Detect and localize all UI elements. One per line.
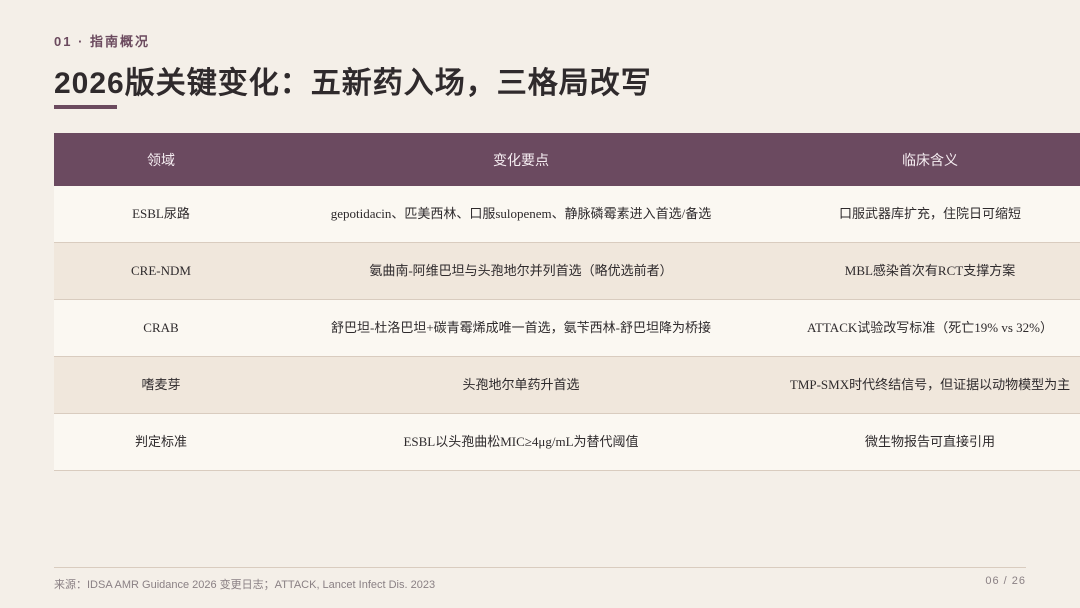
changes-table: 领域 变化要点 临床含义 ESBL尿路 gepotidacin、匹美西林、口服s… [54, 133, 1080, 471]
cell-clinical: ATTACK试验改写标准（死亡19% vs 32%） [774, 299, 1080, 357]
page-number: 06 / 26 [985, 575, 1026, 587]
cell-clinical: 微生物报告可直接引用 [774, 413, 1080, 471]
table-row: ESBL尿路 gepotidacin、匹美西林、口服sulopenem、静脉磷霉… [54, 186, 1080, 243]
cell-domain: ESBL尿路 [54, 186, 268, 243]
footer-source: 来源：IDSA AMR Guidance 2026 变更日志；ATTACK, L… [54, 579, 436, 591]
cell-clinical: TMP-SMX时代终结信号，但证据以动物模型为主 [774, 356, 1080, 414]
table-row: 判定标准 ESBL以头孢曲松MIC≥4μg/mL为替代阈值 微生物报告可直接引用 [54, 413, 1080, 471]
column-header-clinical: 临床含义 [774, 133, 1080, 186]
title-accent-bar [54, 105, 117, 109]
cell-change: 头孢地尔单药升首选 [268, 356, 774, 414]
table-row: CRE-NDM 氨曲南-阿维巴坦与头孢地尔并列首选（略优选前者） MBL感染首次… [54, 242, 1080, 300]
cell-change: gepotidacin、匹美西林、口服sulopenem、静脉磷霉素进入首选/备… [268, 186, 774, 243]
cell-change: 氨曲南-阿维巴坦与头孢地尔并列首选（略优选前者） [268, 242, 774, 300]
cell-domain: 嗜麦芽 [54, 356, 268, 414]
cell-domain: CRAB [54, 299, 268, 357]
section-label: 01 · 指南概况 [54, 34, 151, 49]
cell-domain: 判定标准 [54, 413, 268, 471]
table-header-row: 领域 变化要点 临床含义 [54, 133, 1080, 186]
page-title: 2026版关键变化：五新药入场，三格局改写 [54, 67, 652, 100]
column-header-changes: 变化要点 [268, 133, 774, 186]
cell-clinical: 口服武器库扩充，住院日可缩短 [774, 186, 1080, 243]
cell-change: ESBL以头孢曲松MIC≥4μg/mL为替代阈值 [268, 413, 774, 471]
table-row: 嗜麦芽 头孢地尔单药升首选 TMP-SMX时代终结信号，但证据以动物模型为主 [54, 356, 1080, 414]
cell-clinical: MBL感染首次有RCT支撑方案 [774, 242, 1080, 300]
footer-divider [54, 567, 1026, 568]
table-row: CRAB 舒巴坦-杜洛巴坦+碳青霉烯成唯一首选，氨苄西林-舒巴坦降为桥接 ATT… [54, 299, 1080, 357]
cell-change: 舒巴坦-杜洛巴坦+碳青霉烯成唯一首选，氨苄西林-舒巴坦降为桥接 [268, 299, 774, 357]
column-header-domain: 领域 [54, 133, 268, 186]
cell-domain: CRE-NDM [54, 242, 268, 300]
